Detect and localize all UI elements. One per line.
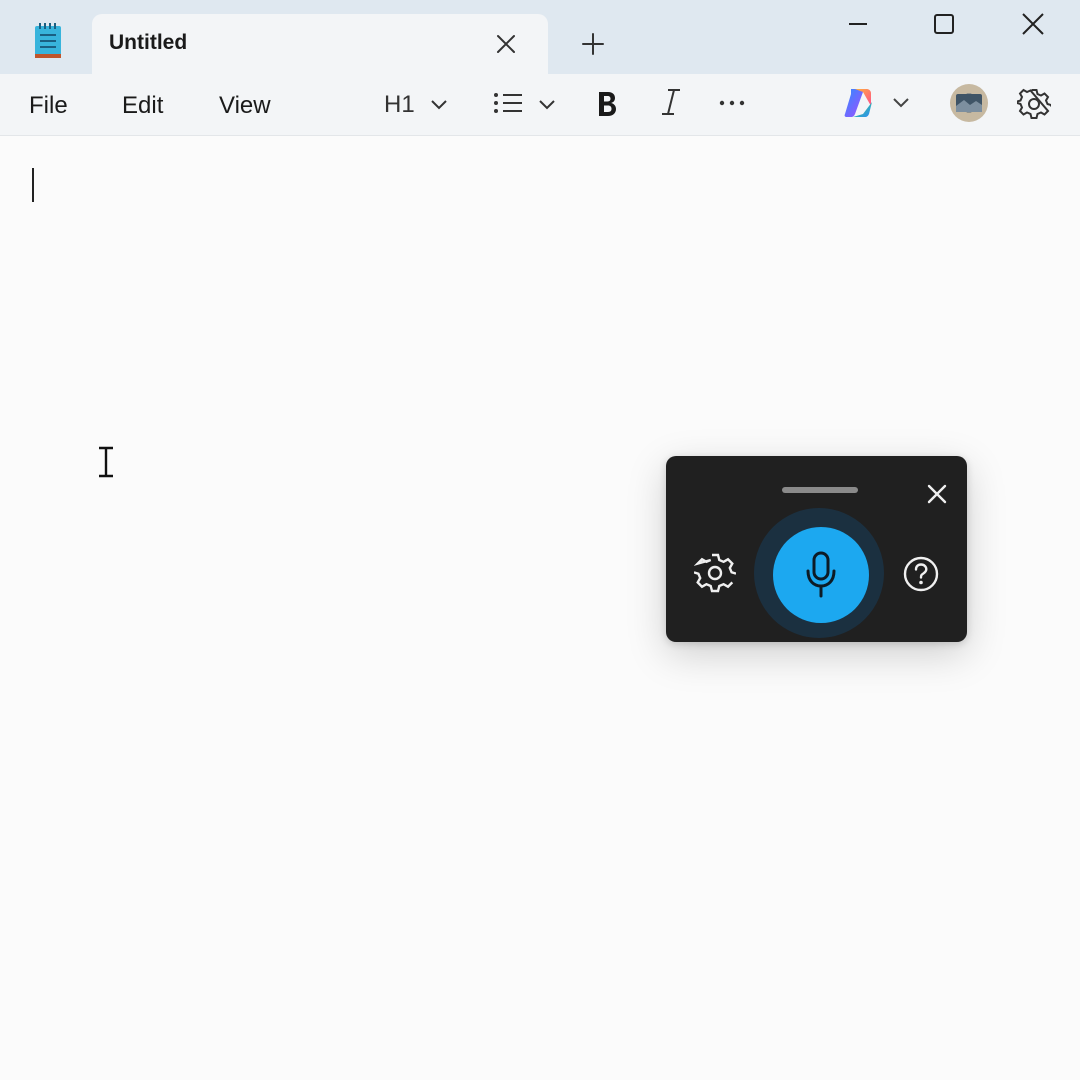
gear-icon[interactable] (694, 552, 736, 594)
tab-title: Untitled (109, 31, 188, 54)
avatar[interactable] (950, 84, 988, 122)
gear-icon[interactable] (1017, 87, 1051, 121)
heading-button[interactable]: H1 (380, 84, 452, 126)
bold-icon[interactable] (595, 90, 619, 118)
bulleted-list-icon (494, 93, 522, 113)
minimize-icon[interactable] (843, 10, 873, 40)
italic-icon[interactable] (659, 87, 683, 117)
close-icon[interactable] (1018, 10, 1048, 40)
microphone-icon (806, 551, 836, 598)
notepad-icon (35, 23, 61, 58)
close-icon[interactable] (494, 32, 518, 56)
more-icon[interactable] (718, 92, 746, 114)
chevron-down-icon (539, 100, 555, 110)
menu-toolbar: File Edit View H1 (0, 74, 1080, 136)
close-icon[interactable] (924, 481, 950, 507)
microphone-button[interactable] (773, 527, 869, 623)
heading-label: H1 (384, 91, 415, 118)
menu-file[interactable]: File (29, 92, 68, 120)
chevron-down-icon (431, 100, 447, 110)
title-bar: Untitled (0, 0, 1080, 76)
help-icon[interactable] (902, 555, 940, 593)
ibeam-cursor-icon (99, 446, 113, 478)
drag-handle[interactable] (782, 487, 858, 493)
menu-edit[interactable]: Edit (122, 92, 163, 120)
voice-typing-panel (666, 456, 967, 642)
plus-icon[interactable] (580, 31, 606, 57)
copilot-icon[interactable] (841, 86, 875, 120)
text-caret (32, 168, 34, 202)
avatar-image (956, 94, 982, 112)
menu-view[interactable]: View (219, 92, 271, 120)
tab-untitled[interactable]: Untitled (92, 14, 548, 76)
maximize-icon[interactable] (929, 10, 959, 40)
list-button[interactable] (490, 84, 560, 126)
chevron-down-icon[interactable] (892, 97, 910, 109)
